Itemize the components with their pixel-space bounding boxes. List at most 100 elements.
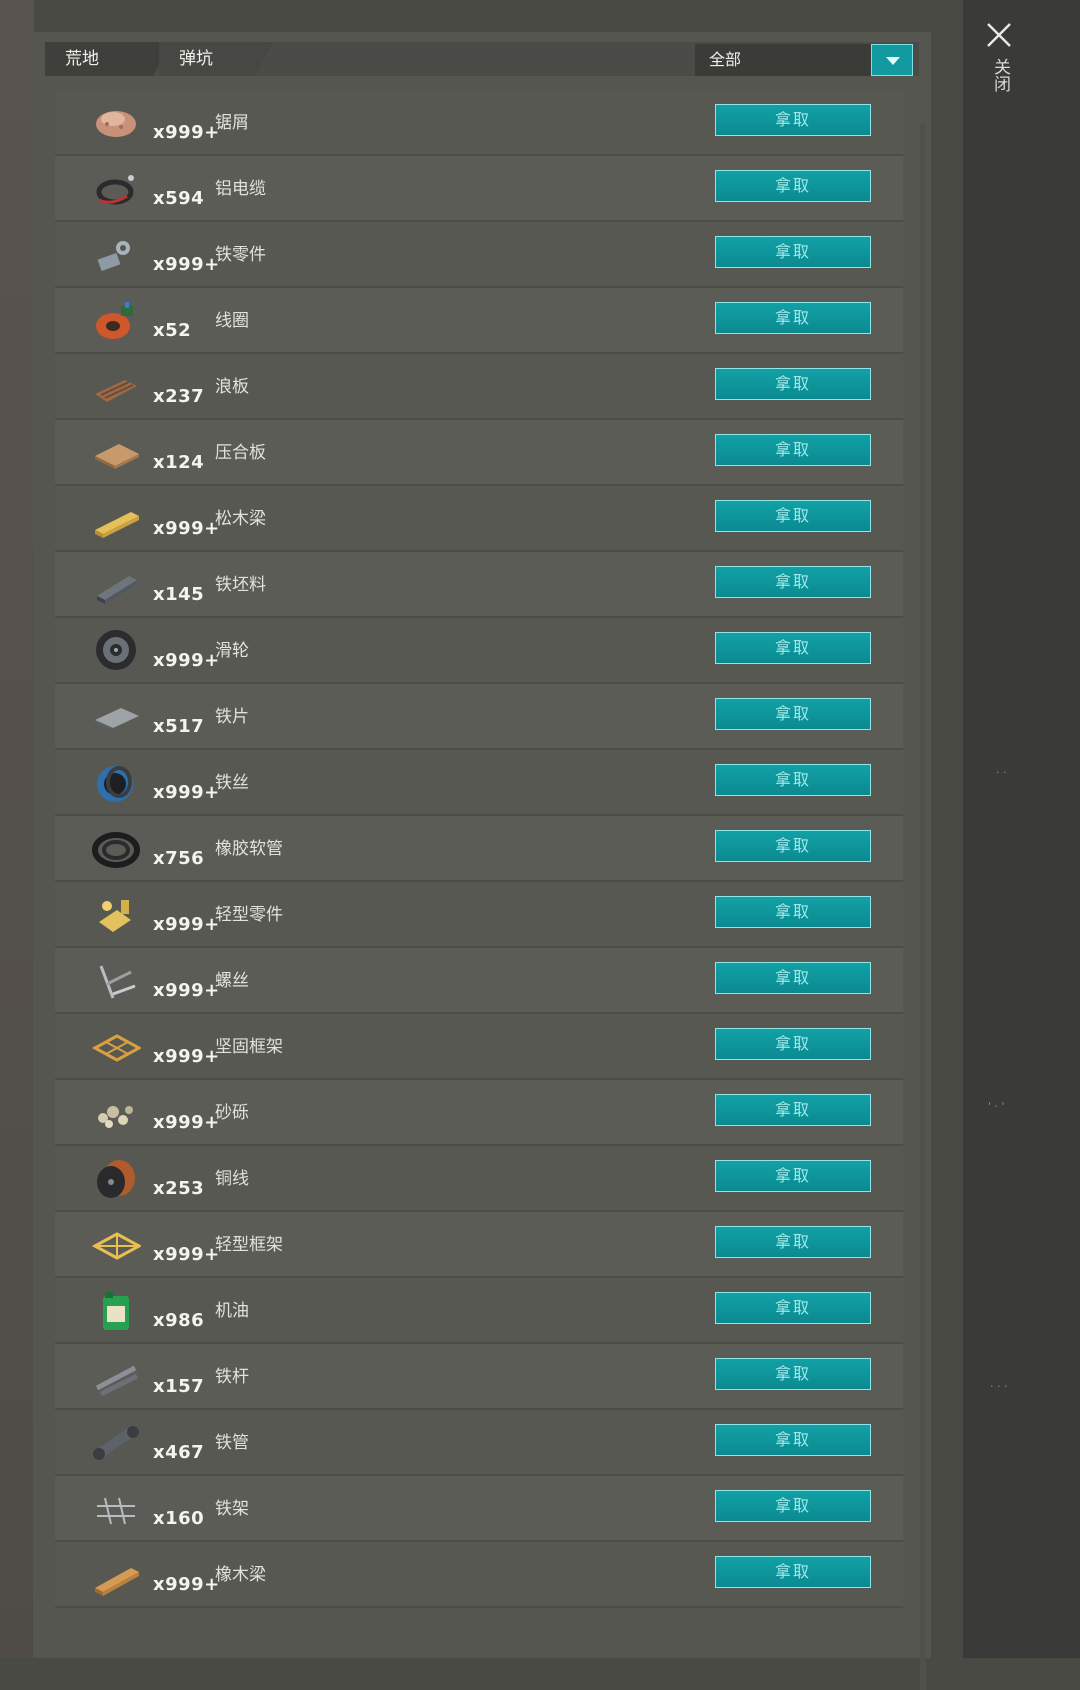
iron-rods-icon [95, 1365, 139, 1397]
take-button[interactable]: 拿取 [715, 896, 871, 928]
pulley-icon [96, 630, 136, 670]
take-button[interactable]: 拿取 [715, 368, 871, 400]
item-quantity: x594 [153, 188, 205, 209]
rail-dot: · · · [990, 1380, 1008, 1393]
sawdust-icon [96, 111, 136, 137]
take-button[interactable]: 拿取 [715, 1490, 871, 1522]
take-button[interactable]: 拿取 [715, 1160, 871, 1192]
copper-wire-icon [97, 1160, 135, 1198]
right-rail [963, 0, 1080, 1658]
take-button[interactable]: 拿取 [715, 962, 871, 994]
item-quantity: x52 [153, 320, 192, 341]
item-quantity: x999+ [153, 1112, 220, 1133]
list-item: x124 压合板 拿取 [55, 420, 903, 486]
aluminum-cable-icon [96, 175, 134, 205]
take-button[interactable]: 拿取 [715, 434, 871, 466]
tab-label: 弹坑 [179, 49, 213, 69]
list-item: x999+ 螺丝 拿取 [55, 948, 903, 1014]
item-name: 铁坯料 [215, 575, 266, 595]
list-item: x756 橡胶软管 拿取 [55, 816, 903, 882]
item-quantity: x999+ [153, 980, 220, 1001]
list-item: x237 浪板 拿取 [55, 354, 903, 420]
close-icon [987, 23, 1011, 47]
item-quantity: x999+ [153, 650, 220, 671]
take-button[interactable]: 拿取 [715, 1292, 871, 1324]
list-item: x999+ 锯屑 拿取 [55, 90, 903, 156]
take-button[interactable]: 拿取 [715, 1094, 871, 1126]
item-quantity: x999+ [153, 782, 220, 803]
dropdown-toggle[interactable] [871, 44, 913, 76]
light-frame-icon [91, 1232, 141, 1260]
tab-wasteland[interactable]: 荒地 [45, 42, 153, 76]
iron-rack-icon [97, 1497, 135, 1525]
item-name: 铁丝 [215, 773, 249, 793]
item-quantity: x999+ [153, 1574, 220, 1595]
item-name: 坚固框架 [215, 1037, 283, 1057]
close-button[interactable] [982, 18, 1016, 52]
take-button[interactable]: 拿取 [715, 1556, 871, 1588]
take-button[interactable]: 拿取 [715, 500, 871, 532]
take-button[interactable]: 拿取 [715, 1424, 871, 1456]
item-quantity: x756 [153, 848, 205, 869]
item-quantity: x999+ [153, 518, 220, 539]
item-name: 铝电缆 [215, 179, 266, 199]
wire-spool-icon [97, 766, 133, 802]
gravel-icon [98, 1106, 133, 1128]
take-button[interactable]: 拿取 [715, 302, 871, 334]
item-quantity: x999+ [153, 122, 220, 143]
item-quantity: x999+ [153, 1046, 220, 1067]
item-quantity: x157 [153, 1376, 205, 1397]
take-button[interactable]: 拿取 [715, 698, 871, 730]
item-name: 铁杆 [215, 1367, 249, 1387]
item-quantity: x237 [153, 386, 205, 407]
tab-crater[interactable]: 弹坑 [159, 42, 255, 76]
item-name: 压合板 [215, 443, 266, 463]
item-quantity: x145 [153, 584, 205, 605]
take-button[interactable]: 拿取 [715, 104, 871, 136]
loot-panel: 荒地 弹坑 全部 x999+ 锯屑 拿取 x594 铝电缆 拿取 x999+ 铁零件 拿取 x52… [33, 32, 931, 1690]
list-item: x999+ 橡木梁 拿取 [55, 1542, 903, 1608]
take-button[interactable]: 拿取 [715, 632, 871, 664]
item-name: 松木梁 [215, 509, 266, 529]
item-name: 铁架 [215, 1499, 249, 1519]
tab-divider [255, 42, 273, 76]
filter-selected: 全部 [709, 50, 742, 69]
rail-dot: · · [996, 766, 1007, 779]
list-item: x594 铝电缆 拿取 [55, 156, 903, 222]
background-left [0, 0, 34, 1658]
iron-billet-icon [97, 576, 137, 604]
take-button[interactable]: 拿取 [715, 1028, 871, 1060]
scrollbar[interactable] [920, 124, 926, 1690]
plywood-icon [95, 444, 139, 469]
item-quantity: x999+ [153, 254, 220, 275]
item-name: 铁零件 [215, 245, 266, 265]
item-quantity: x999+ [153, 914, 220, 935]
item-quantity: x160 [153, 1508, 205, 1529]
take-button[interactable]: 拿取 [715, 1358, 871, 1390]
light-parts-icon [99, 900, 131, 932]
take-button[interactable]: 拿取 [715, 566, 871, 598]
list-item: x999+ 铁零件 拿取 [55, 222, 903, 288]
coil-icon [96, 302, 133, 339]
list-item: x999+ 砂砾 拿取 [55, 1080, 903, 1146]
take-button[interactable]: 拿取 [715, 170, 871, 202]
close-label[interactable]: 关闭 [986, 58, 1010, 92]
item-name: 铁片 [215, 707, 249, 727]
take-button[interactable]: 拿取 [715, 1226, 871, 1258]
item-name: 橡胶软管 [215, 839, 283, 859]
take-button[interactable]: 拿取 [715, 764, 871, 796]
item-list: x999+ 锯屑 拿取 x594 铝电缆 拿取 x999+ 铁零件 拿取 x52 线圈 拿取 x237 浪… [55, 90, 903, 1608]
iron-pipe-icon [93, 1426, 139, 1460]
take-button[interactable]: 拿取 [715, 830, 871, 862]
list-item: x145 铁坯料 拿取 [55, 552, 903, 618]
sturdy-frame-icon [91, 1034, 141, 1062]
filter-dropdown[interactable]: 全部 [695, 44, 913, 76]
item-name: 铁管 [215, 1433, 249, 1453]
item-name: 轻型框架 [215, 1235, 283, 1255]
iron-sheet-icon [95, 708, 139, 730]
list-item: x253 铜线 拿取 [55, 1146, 903, 1212]
take-button[interactable]: 拿取 [715, 236, 871, 268]
list-item: x160 铁架 拿取 [55, 1476, 903, 1542]
list-item: x52 线圈 拿取 [55, 288, 903, 354]
item-name: 线圈 [215, 311, 249, 331]
